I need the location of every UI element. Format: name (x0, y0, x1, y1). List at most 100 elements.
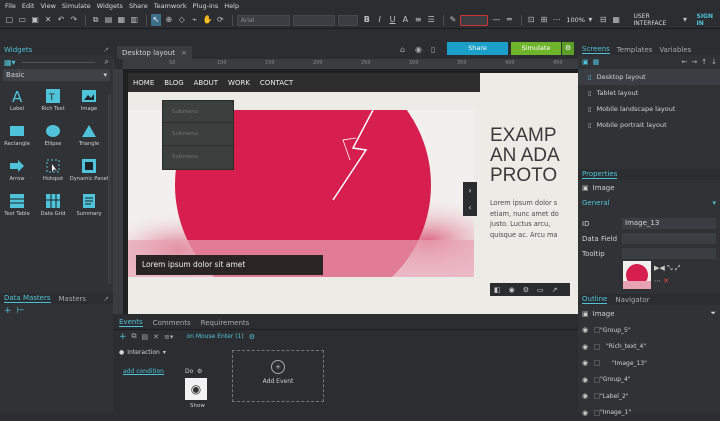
eye-icon[interactable]: ◉ (582, 359, 588, 367)
paste-icon[interactable]: ▤ (103, 14, 114, 26)
zoom-level[interactable]: 100% (566, 16, 585, 24)
outline-item[interactable]: ◉"Group_4" (578, 372, 720, 389)
new-file-icon[interactable]: ▢ (4, 14, 15, 26)
page-heading[interactable]: EXAMP AN ADA PROTO (490, 126, 580, 186)
menu-share[interactable]: Share (129, 2, 148, 10)
widget-data-grid[interactable]: Data Grid (41, 192, 65, 225)
outline-item[interactable]: ◉"Label_2" (578, 388, 720, 405)
outline-item[interactable]: ◉"Rich_text_4" (578, 339, 720, 356)
tab-navigator[interactable]: Navigator (615, 296, 649, 304)
arrow-up-icon[interactable]: ↑ (701, 58, 707, 66)
add-icon[interactable]: + (4, 306, 12, 316)
widget-ellipse[interactable]: Ellipse (41, 122, 65, 155)
add-screen-icon[interactable]: ▣ (582, 58, 589, 66)
add-event-box[interactable]: + Add Event (232, 350, 324, 402)
remove-icon[interactable]: ✕ (663, 277, 669, 285)
outline-root[interactable]: ▣ Image ⏷ (582, 309, 716, 318)
fill-color-icon[interactable]: ✎ (448, 14, 459, 26)
add-icon[interactable]: + (119, 332, 127, 342)
widget-label[interactable]: ALabel (5, 87, 29, 120)
nav-about[interactable]: ABOUT (194, 79, 218, 87)
stroke-color-select[interactable] (460, 15, 488, 26)
font-style-select[interactable] (293, 15, 335, 26)
fullscreen-icon[interactable]: ⤢ (675, 264, 681, 272)
nav-blog[interactable]: BLOG (164, 79, 183, 87)
stroke-style-icon[interactable]: — (491, 14, 502, 26)
tab-desktop-layout[interactable]: Desktop layout × (117, 46, 192, 59)
widget-triangle[interactable]: Triangle (77, 122, 101, 155)
add-condition-link[interactable]: add condition (123, 368, 164, 375)
hand-icon[interactable]: ✋ (202, 14, 213, 26)
menu-teamwork[interactable]: Teamwork (154, 2, 187, 10)
widget-rich-text[interactable]: TRich Text (41, 87, 65, 120)
undo-icon[interactable]: ↶ (56, 14, 67, 26)
layout-icon[interactable]: ◧ (494, 286, 501, 294)
tab-data-masters[interactable]: Data Masters (4, 294, 51, 303)
gear-icon[interactable]: ⚙ (523, 286, 529, 294)
save-icon[interactable]: ▣ (30, 14, 41, 26)
collapse-handle[interactable]: › ‹ (463, 182, 477, 216)
outline-item[interactable]: ◉"Group_5" (578, 322, 720, 339)
fit-icon[interactable]: ⤡ (667, 264, 673, 272)
more-icon[interactable]: ⋯ (654, 277, 661, 285)
comment-icon[interactable]: ▭ (537, 286, 544, 294)
zoom-icon[interactable]: ⊕ (163, 14, 174, 26)
eye-icon[interactable]: ◉ (509, 286, 515, 294)
pointer-icon[interactable]: ↖ (151, 14, 162, 26)
widget-dynamic-panel[interactable]: Dynamic Panel (77, 157, 101, 190)
more-icon[interactable]: ≡▾ (164, 333, 173, 341)
underline-icon[interactable]: U (387, 14, 398, 26)
add-folder-icon[interactable]: ⊢ (17, 306, 25, 316)
nav-home[interactable]: HOME (133, 79, 154, 87)
eye-icon[interactable]: ◉ (582, 376, 588, 384)
tooltip-input[interactable] (622, 248, 716, 259)
list-icon[interactable]: ☰ (426, 14, 437, 26)
tab-requirements[interactable]: Requirements (201, 319, 250, 327)
chevron-down-icon[interactable]: ▾ (680, 14, 691, 26)
menu-simulate[interactable]: Simulate (62, 2, 91, 10)
tab-templates[interactable]: Templates (617, 46, 653, 54)
event-name[interactable]: on Mouse Enter (1) (186, 333, 243, 340)
text-color-icon[interactable]: A (400, 14, 411, 26)
nav-contact[interactable]: CONTACT (260, 79, 293, 87)
duplicate-icon[interactable]: ▦ (116, 14, 127, 26)
rotate-icon[interactable]: ⟳ (215, 14, 226, 26)
crop-icon[interactable]: ▶◀ (654, 264, 665, 272)
submenu-item[interactable]: Submenu (163, 123, 233, 146)
interface-mode[interactable]: USER INTERFACE (634, 13, 680, 27)
italic-icon[interactable]: I (374, 14, 385, 26)
fit-icon[interactable]: ⊟ (598, 14, 609, 26)
widget-arrow[interactable]: Arrow (5, 157, 29, 190)
redo-icon[interactable]: ↷ (68, 14, 79, 26)
device-icon[interactable]: ▯ (431, 45, 435, 54)
group-icon[interactable]: ⊞ (539, 14, 550, 26)
show-action-icon[interactable]: ◉ (185, 378, 207, 400)
add-library-icon[interactable]: ▦▾ (4, 58, 16, 67)
menu-file[interactable]: File (5, 2, 16, 10)
widget-hotspot[interactable]: Hotspot (41, 157, 65, 190)
sign-in-button[interactable]: SIGN IN (697, 13, 720, 27)
expand-icon[interactable]: ↗ (103, 46, 109, 54)
data-field-select[interactable] (622, 233, 716, 244)
copy-icon[interactable]: ⧉ (90, 14, 101, 26)
tab-outline[interactable]: Outline (582, 295, 607, 304)
eye-icon[interactable]: ◉ (582, 392, 588, 400)
checkbox[interactable] (594, 360, 600, 366)
arrow-down-icon[interactable]: ↓ (711, 58, 717, 66)
arrange-icon[interactable]: ⊡ (526, 14, 537, 26)
align-icon[interactable]: ≡ (413, 14, 424, 26)
paste-icon[interactable]: ▤ (142, 333, 149, 341)
arrow-left-icon[interactable]: ← (682, 58, 688, 66)
eraser-icon[interactable]: ◇ (176, 14, 187, 26)
tab-events[interactable]: Events (119, 318, 143, 327)
gear-icon[interactable]: ⚙ (197, 368, 202, 375)
arrow-right-icon[interactable]: → (691, 58, 697, 66)
delete-icon[interactable]: ✕ (153, 333, 159, 341)
screen-item[interactable]: ▯Tablet layout (578, 85, 720, 101)
interaction-row[interactable]: ● Interaction ▾ (119, 349, 166, 356)
add-folder-icon[interactable]: ▦ (593, 58, 600, 66)
simulate-button[interactable]: Simulate (511, 42, 561, 55)
menu-edit[interactable]: Edit (22, 2, 35, 10)
copy-icon[interactable]: ⧉ (132, 332, 137, 341)
eye-icon[interactable]: ◉ (582, 343, 588, 351)
